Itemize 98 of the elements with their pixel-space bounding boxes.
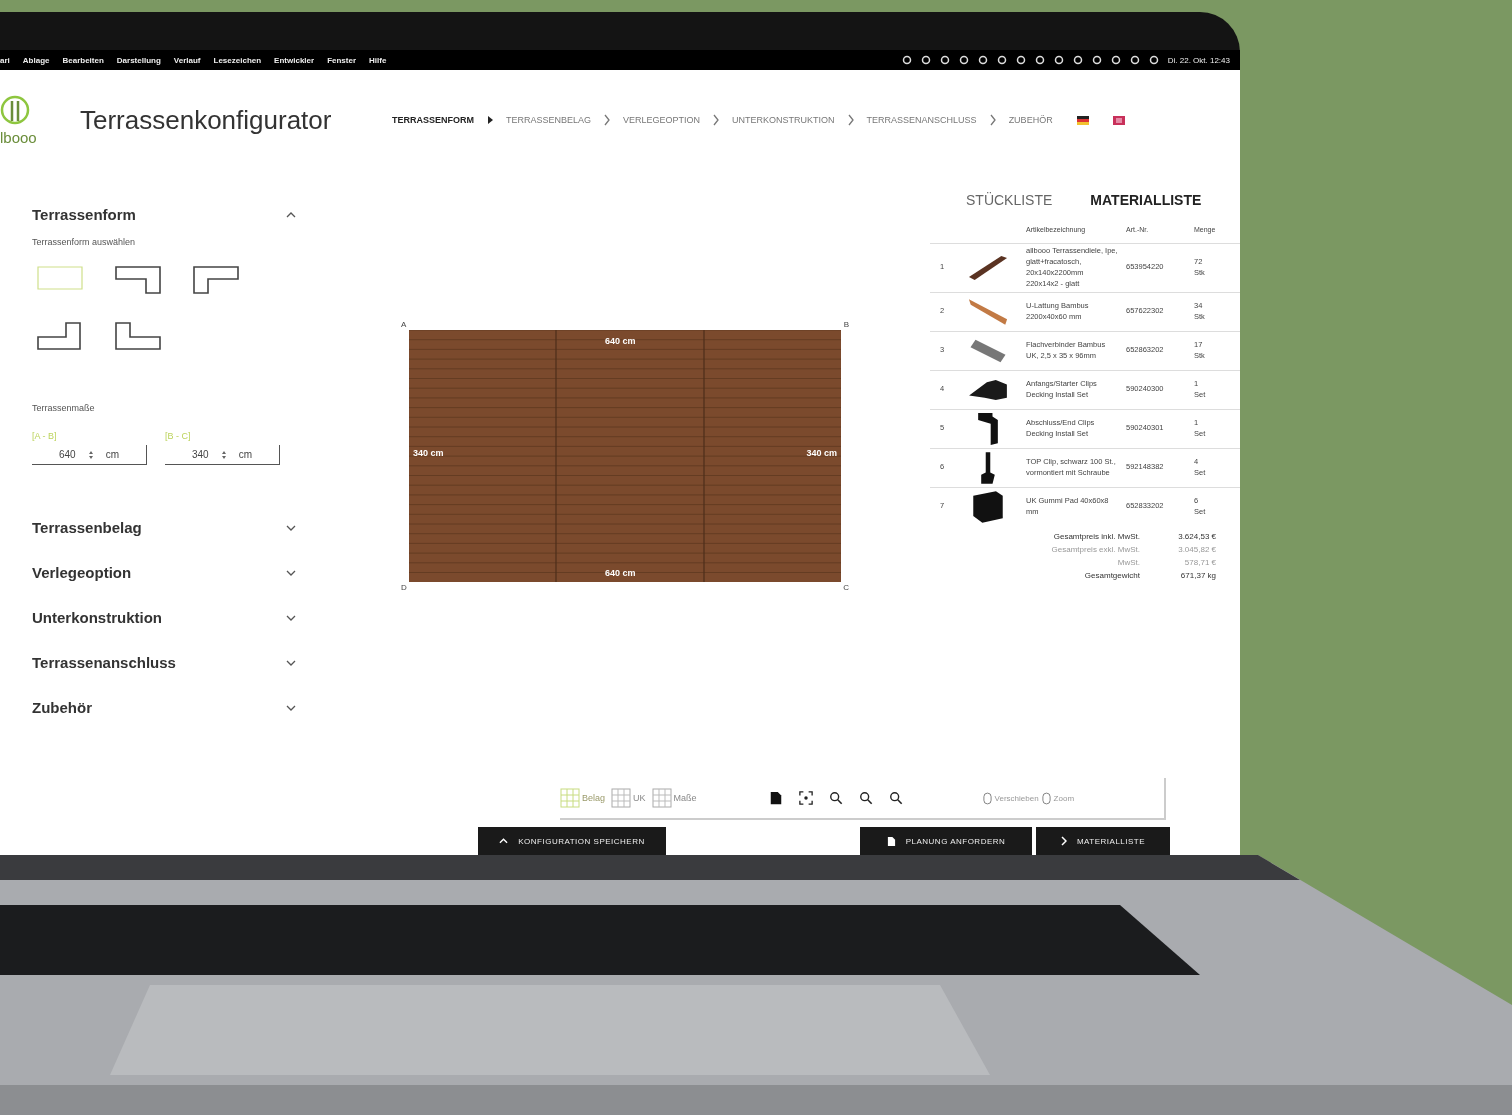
field-label: Terrassenmaße [32, 403, 96, 413]
chevron-down-icon[interactable] [286, 704, 296, 711]
zoom-icon[interactable] [858, 791, 873, 805]
total-label: Gesamtpreis exkl. MwSt. [1051, 544, 1140, 554]
field-label: Terrassenform auswählen [32, 237, 137, 247]
chevron-right-icon [603, 114, 612, 126]
corner-label: B [843, 320, 849, 329]
material-list-button[interactable]: MATERIALLISTE [1036, 827, 1170, 855]
shape-option[interactable] [114, 319, 162, 353]
status-icon[interactable] [1148, 55, 1159, 65]
zoom-icon[interactable] [828, 791, 843, 805]
step-tab[interactable]: UNTERKONSTRUKTION [732, 115, 835, 125]
corner-label: D [401, 583, 407, 592]
chevron-up-icon[interactable] [286, 211, 296, 218]
menu-item[interactable]: Bearbeiten [62, 55, 104, 65]
step-tab[interactable]: VERLEGEOPTION [623, 115, 701, 125]
menu-item[interactable]: Darstellung [116, 55, 161, 65]
status-icon[interactable] [1053, 55, 1064, 65]
menu-item[interactable]: Fenster [327, 55, 357, 65]
status-icon[interactable] [901, 55, 912, 65]
deck-plan[interactable]: 640 cm 640 cm 340 cm 340 cm [409, 330, 841, 582]
menu-item[interactable]: Entwickler [274, 55, 315, 65]
chevron-down-icon[interactable] [286, 569, 296, 576]
request-planning-button[interactable]: PLANUNG ANFORDERN [860, 827, 1032, 855]
chevron-up-icon [499, 838, 509, 844]
dimension-text: 640 cm [605, 336, 636, 346]
accordion-header[interactable]: Unterkonstruktion [32, 595, 300, 640]
total-label: Gesamtpreis inkl. MwSt. [1053, 531, 1140, 541]
accordion-header[interactable]: Verlegeoption [32, 550, 300, 595]
menu-item[interactable]: Ablage [22, 55, 50, 65]
list-tab[interactable]: MATERIALLISTE [1090, 192, 1202, 208]
shape-option[interactable] [36, 319, 84, 353]
total-value: 3.045,82 € [1177, 544, 1216, 554]
accordion-header[interactable]: Terrassenbelag [32, 505, 300, 550]
dimension-text: 640 cm [605, 568, 636, 578]
status-icon[interactable] [920, 55, 931, 65]
total-value: 671,37 kg [1179, 570, 1216, 580]
status-icon[interactable] [977, 55, 988, 65]
chevron-down-icon[interactable] [286, 524, 296, 531]
total-label: MwSt. [1117, 557, 1140, 567]
status-icon[interactable] [996, 55, 1007, 65]
dimension-text: 340 cm [413, 448, 444, 458]
step-tab[interactable]: TERRASSENANSCHLUSS [866, 115, 977, 125]
chevron-right-icon [846, 114, 855, 126]
flag-icon[interactable] [1076, 115, 1089, 125]
stepper-icon[interactable] [220, 449, 227, 460]
menu-item[interactable]: ari [0, 55, 10, 65]
zoom-icon[interactable] [888, 791, 903, 805]
dimension-label: [B - C] [165, 431, 192, 441]
corner-label: C [843, 583, 849, 592]
layer-toggle[interactable]: UK [611, 788, 652, 808]
dimension-text: 340 cm [806, 448, 837, 458]
accordion-header[interactable]: Terrassenanschluss [32, 640, 300, 685]
shape-option[interactable] [114, 263, 162, 297]
list-tab[interactable]: STÜCKLISTE [966, 192, 1053, 208]
number-input[interactable]: 340 cm [165, 445, 280, 465]
total-value: 3.624,53 € [1177, 531, 1216, 541]
fit-view-icon[interactable] [798, 791, 813, 805]
stepper-icon[interactable] [87, 449, 94, 460]
menu-item[interactable]: Hilfe [369, 55, 387, 65]
mouse-icon [982, 791, 992, 805]
chevron-right-icon [988, 114, 997, 126]
save-configuration-button[interactable]: KONFIGURATION SPEICHERN [478, 827, 666, 855]
shape-option[interactable] [192, 263, 240, 297]
chevron-down-icon[interactable] [286, 614, 296, 621]
chevron-right-icon [486, 114, 494, 126]
menu-bar-clock: Di. 22. Okt. 12:43 [1167, 55, 1230, 65]
chevron-down-icon[interactable] [286, 659, 296, 666]
status-icon[interactable] [1015, 55, 1026, 65]
corner-label: A [401, 320, 407, 329]
app-title: Terrassenkonfigurator [80, 104, 333, 136]
step-tab[interactable]: TERRASSENBELAG [506, 115, 592, 125]
total-label: Gesamtgewicht [1084, 570, 1140, 580]
dimension-label: [A - B] [32, 431, 58, 441]
status-icon[interactable] [1110, 55, 1121, 65]
layer-toggle[interactable]: Maße [651, 788, 703, 808]
status-icon[interactable] [1072, 55, 1083, 65]
accordion-header[interactable]: Zubehör [32, 685, 300, 730]
menu-item[interactable]: Lesezeichen [213, 55, 262, 65]
hint-text: Verschieben [994, 793, 1039, 803]
hint-text: Zoom [1053, 793, 1075, 803]
status-icon[interactable] [1034, 55, 1045, 65]
accordion-header[interactable]: Terrassenform [32, 192, 300, 237]
total-value: 578,71 € [1183, 557, 1216, 567]
status-icon[interactable] [1129, 55, 1140, 65]
chevron-right-icon [712, 114, 721, 126]
status-icon[interactable] [1091, 55, 1102, 65]
document-icon [886, 835, 896, 847]
document-icon[interactable] [768, 791, 783, 805]
logo-text: lbooo [0, 128, 37, 146]
status-icon[interactable] [939, 55, 950, 65]
step-tab[interactable]: TERRASSENFORM [392, 115, 474, 125]
status-icon[interactable] [958, 55, 969, 65]
chevron-right-icon [1060, 836, 1067, 846]
number-input[interactable]: 640 cm [32, 445, 147, 465]
menu-item[interactable]: Verlauf [173, 55, 201, 65]
step-tab[interactable]: ZUBEHÖR [1008, 115, 1053, 125]
mouse-icon [1041, 791, 1051, 805]
